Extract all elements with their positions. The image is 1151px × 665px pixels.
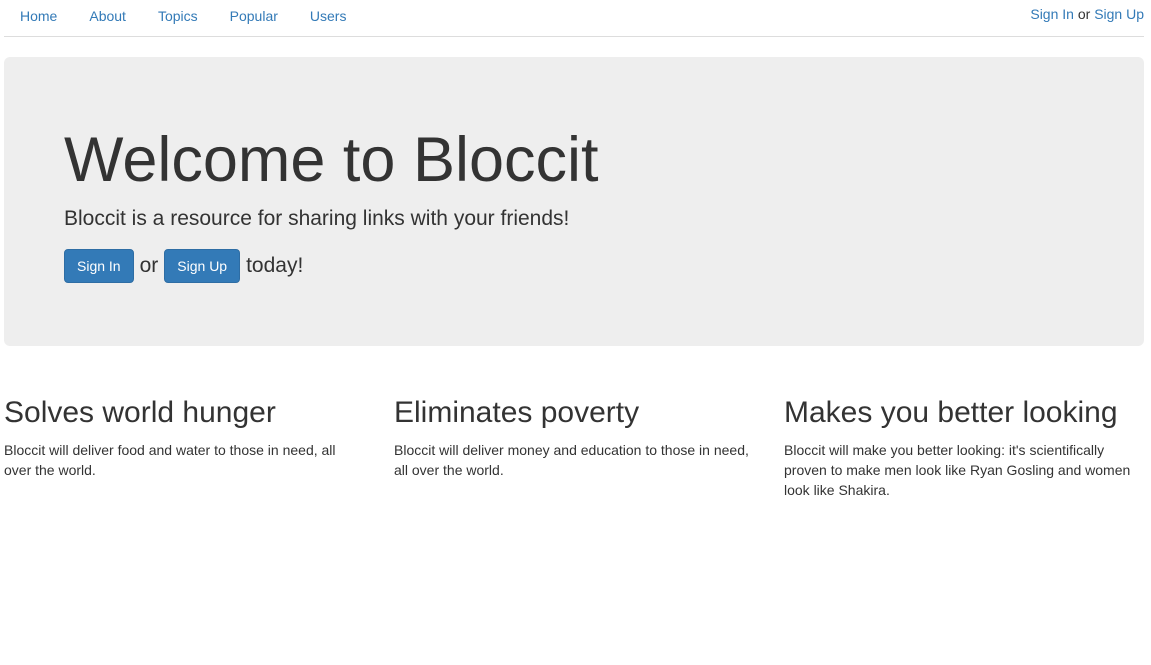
jumbotron: Welcome to Bloccit Bloccit is a resource… (4, 57, 1144, 346)
feature-heading: Solves world hunger (4, 396, 276, 429)
nav-link-popular[interactable]: Popular (214, 0, 294, 36)
nav-item-users: Users (294, 0, 363, 36)
nav-item-popular: Popular (214, 0, 294, 36)
sign-in-button[interactable]: Sign In (64, 249, 134, 283)
jumbotron-today-text: today! (246, 254, 304, 277)
nav-sign-up-link[interactable]: Sign Up (1094, 6, 1144, 22)
nav-link-home[interactable]: Home (4, 0, 73, 36)
jumbotron-or-text: or (139, 254, 159, 277)
nav-link-about[interactable]: About (73, 0, 142, 36)
nav-item-about: About (73, 0, 142, 36)
nav-link-users[interactable]: Users (294, 0, 363, 36)
feature-text: Bloccit will deliver food and water to t… (4, 442, 336, 478)
feature-column: Makes you better looking Bloccit will ma… (784, 392, 1144, 500)
top-navbar: Home About Topics Popular Users Sign In … (4, 0, 1144, 37)
feature-column: Eliminates poverty Bloccit will deliver … (394, 392, 754, 480)
auth-links: Sign In or Sign Up (1030, 6, 1144, 22)
sign-up-button[interactable]: Sign Up (164, 249, 241, 283)
nav-link-topics[interactable]: Topics (142, 0, 214, 36)
nav-or-text: or (1077, 6, 1091, 22)
page-title: Welcome to Bloccit (64, 125, 599, 195)
nav-item-topics: Topics (142, 0, 214, 36)
nav-menu: Home About Topics Popular Users (4, 0, 362, 36)
feature-heading: Makes you better looking (784, 396, 1118, 429)
feature-text: Bloccit will deliver money and education… (394, 442, 749, 478)
feature-heading: Eliminates poverty (394, 396, 640, 429)
jumbotron-actions: Sign In or Sign Up today! (64, 249, 303, 283)
feature-column: Solves world hunger Bloccit will deliver… (4, 392, 364, 480)
feature-text: Bloccit will make you better looking: it… (784, 442, 1131, 498)
jumbotron-lead: Bloccit is a resource for sharing links … (64, 207, 570, 230)
page: Home About Topics Popular Users Sign In … (0, 0, 1151, 665)
nav-item-home: Home (4, 0, 73, 36)
nav-sign-in-link[interactable]: Sign In (1030, 6, 1074, 22)
